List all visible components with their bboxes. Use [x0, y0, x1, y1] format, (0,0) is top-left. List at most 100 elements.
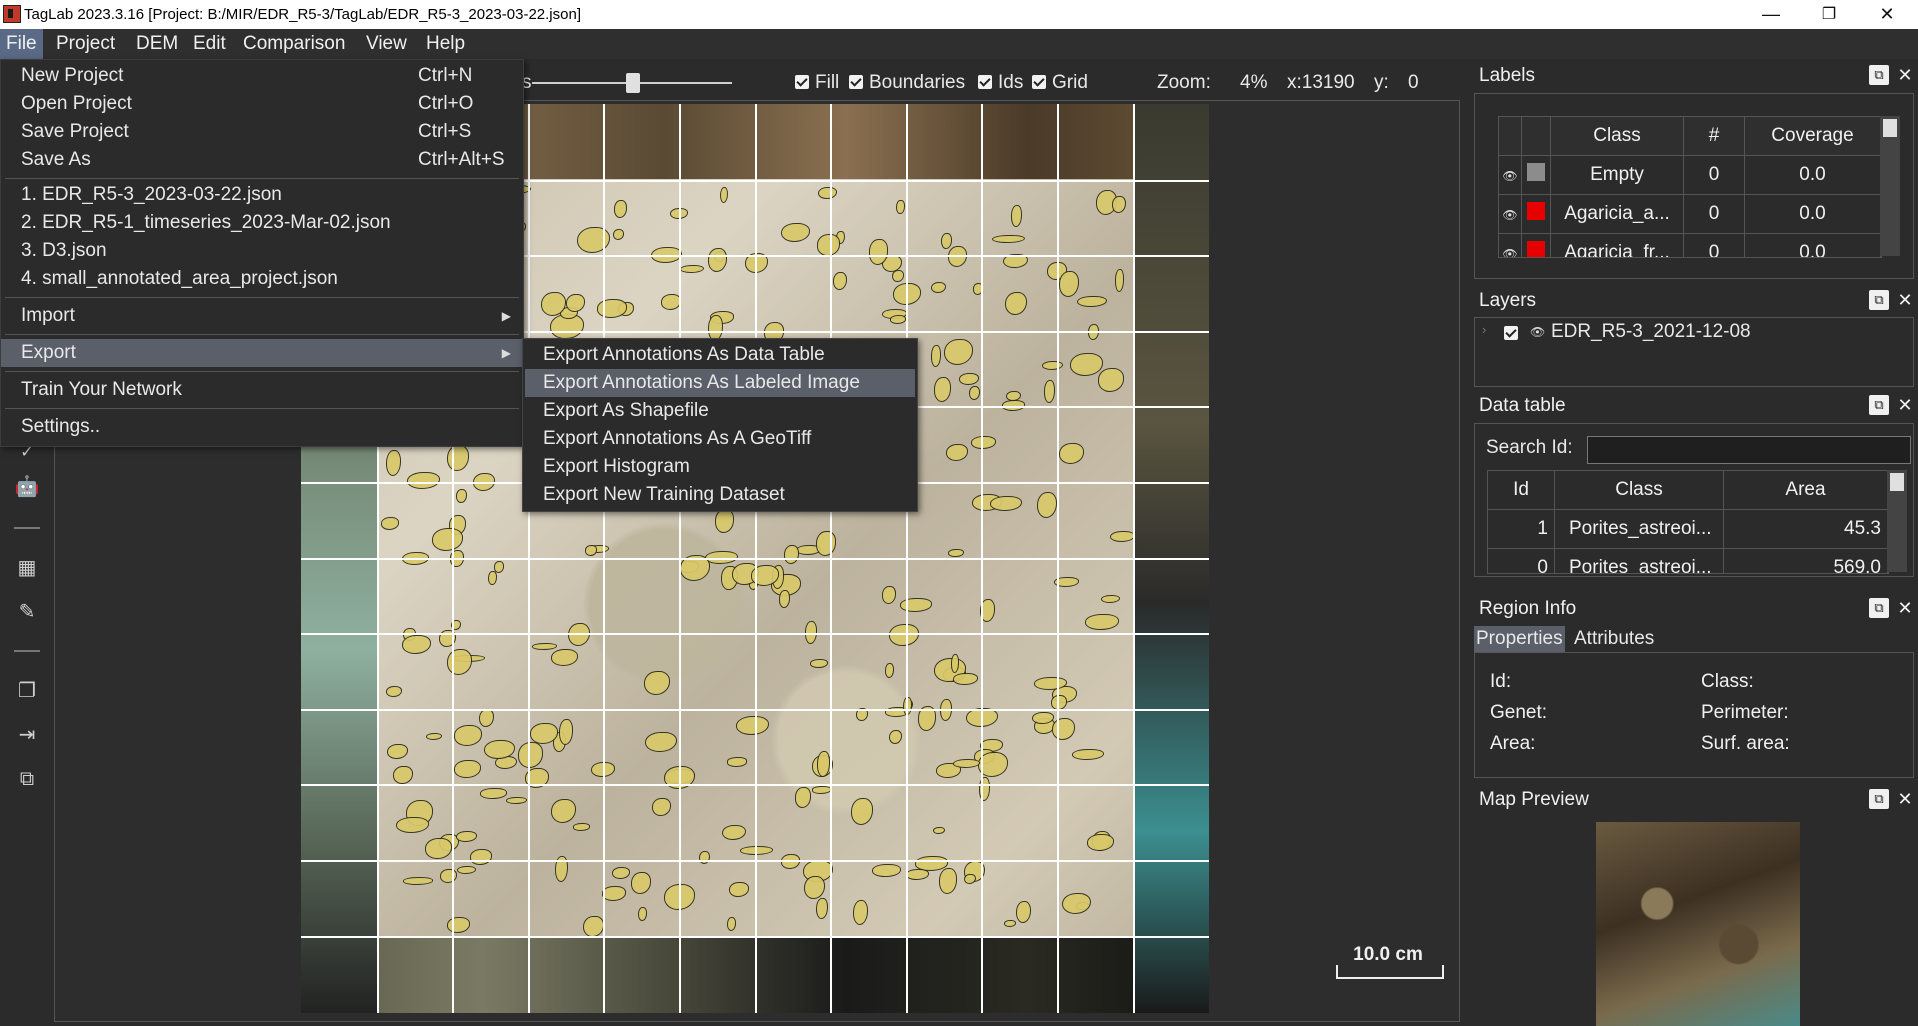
menu-item-recent-2[interactable]: 2. EDR_R5-1_timeseries_2023-Mar-02.json — [1, 209, 523, 237]
menu-dem[interactable]: DEM — [130, 29, 184, 59]
copy-tool-icon[interactable]: ❐ — [14, 678, 40, 704]
menu-item-open-project[interactable]: Open Project Ctrl+O — [1, 90, 523, 118]
close-panel-icon[interactable]: ✕ — [1895, 395, 1915, 415]
annotation-polygon[interactable] — [403, 877, 434, 885]
label-row[interactable]: 👁 Agaricia_a... 0 0.0 — [1499, 194, 1881, 234]
menu-item-recent-3[interactable]: 3. D3.json — [1, 237, 523, 265]
count-header[interactable]: # — [1683, 117, 1745, 156]
area-header[interactable]: Area — [1723, 471, 1888, 510]
restore-button[interactable]: ❐ — [1800, 0, 1858, 29]
split-tool-icon[interactable]: ⇥ — [14, 722, 40, 748]
transparency-slider-handle[interactable] — [626, 73, 640, 93]
close-panel-icon[interactable]: ✕ — [1895, 598, 1915, 618]
expand-arrow-icon[interactable]: › — [1482, 322, 1486, 337]
annotation-polygon[interactable] — [1051, 717, 1075, 740]
menu-item-recent-1[interactable]: 1. EDR_R5-3_2023-03-22.json — [1, 181, 523, 209]
close-window-button[interactable]: ✕ — [1858, 0, 1916, 29]
class-header[interactable]: Class — [1550, 117, 1684, 156]
annotation-polygon[interactable] — [613, 228, 625, 240]
annotation-polygon[interactable] — [652, 798, 671, 817]
annotation-polygon[interactable] — [387, 743, 408, 759]
grid-checkbox[interactable]: Grid — [1032, 71, 1088, 95]
data-table-scrollbar-thumb[interactable] — [1890, 473, 1904, 491]
annotation-polygon[interactable] — [812, 786, 832, 794]
annotation-polygon[interactable] — [896, 199, 905, 214]
labels-scrollbar-thumb[interactable] — [1883, 119, 1897, 137]
annotation-polygon[interactable] — [558, 718, 573, 745]
export-data-table[interactable]: Export Annotations As Data Table — [525, 341, 915, 369]
annotation-polygon[interactable] — [933, 377, 951, 402]
menu-edit[interactable]: Edit — [187, 29, 232, 59]
coverage-header[interactable]: Coverage — [1744, 117, 1881, 156]
annotation-polygon[interactable] — [953, 673, 978, 685]
tab-properties[interactable]: Properties — [1474, 626, 1565, 652]
class-header[interactable]: Class — [1554, 471, 1724, 510]
annotation-polygon[interactable] — [1114, 268, 1124, 292]
float-panel-icon[interactable]: ⧉ — [1869, 65, 1889, 85]
id-header[interactable]: Id — [1488, 471, 1555, 510]
fill-checkbox[interactable]: Fill — [795, 71, 839, 95]
label-row[interactable]: 👁 Empty 0 0.0 — [1499, 155, 1881, 195]
menu-project[interactable]: Project — [50, 29, 121, 59]
tab-attributes[interactable]: Attributes — [1572, 626, 1656, 652]
robot-tool-icon[interactable]: 🤖 — [14, 474, 40, 500]
annotation-polygon[interactable] — [948, 548, 964, 557]
label-row[interactable]: 👁 Agaricia_fr... 0 0.0 — [1499, 233, 1881, 257]
annotation-polygon[interactable] — [818, 186, 837, 199]
annotation-polygon[interactable] — [584, 545, 597, 556]
minimize-button[interactable]: — — [1742, 0, 1800, 29]
close-panel-icon[interactable]: ✕ — [1895, 65, 1915, 85]
search-id-input[interactable] — [1587, 436, 1911, 464]
close-panel-icon[interactable]: ✕ — [1895, 290, 1915, 310]
menu-item-export[interactable]: Export ▶ — [1, 339, 523, 367]
annotation-polygon[interactable] — [572, 823, 590, 831]
class-color-swatch[interactable] — [1527, 202, 1545, 220]
eye-icon[interactable]: 👁 — [1502, 247, 1517, 257]
table-row[interactable]: 0 Porites_astreoi... 569.0 — [1488, 548, 1888, 573]
menu-item-save-project[interactable]: Save Project Ctrl+S — [1, 118, 523, 146]
annotation-polygon[interactable] — [551, 648, 579, 666]
layer-name[interactable]: EDR_R5-3_2021-12-08 — [1551, 321, 1751, 343]
eye-icon[interactable]: 👁 — [1502, 208, 1517, 222]
menu-item-save-as[interactable]: Save As Ctrl+Alt+S — [1, 146, 523, 174]
menu-item-recent-4[interactable]: 4. small_annotated_area_project.json — [1, 265, 523, 293]
float-panel-icon[interactable]: ⧉ — [1869, 290, 1889, 310]
float-panel-icon[interactable]: ⧉ — [1869, 789, 1889, 809]
annotation-polygon[interactable] — [938, 868, 957, 894]
boundaries-checkbox[interactable]: Boundaries — [849, 71, 965, 95]
export-labeled-image[interactable]: Export Annotations As Labeled Image — [525, 369, 915, 397]
export-histogram[interactable]: Export Histogram — [525, 453, 915, 481]
menu-item-settings[interactable]: Settings.. — [1, 413, 523, 441]
annotation-polygon[interactable] — [1036, 491, 1057, 518]
annotation-polygon[interactable] — [950, 654, 959, 673]
class-color-swatch[interactable] — [1527, 241, 1545, 257]
annotation-polygon[interactable] — [425, 838, 452, 859]
labels-scrollbar[interactable] — [1880, 116, 1900, 256]
annotation-polygon[interactable] — [1072, 748, 1104, 760]
float-panel-icon[interactable]: ⧉ — [1869, 395, 1889, 415]
annotation-polygon[interactable] — [488, 571, 497, 585]
ids-checkbox[interactable]: Ids — [978, 71, 1023, 95]
annotation-polygon[interactable] — [565, 294, 585, 312]
export-shapefile[interactable]: Export As Shapefile — [525, 397, 915, 425]
close-panel-icon[interactable]: ✕ — [1895, 789, 1915, 809]
export-training-dataset[interactable]: Export New Training Dataset — [525, 481, 915, 509]
map-preview-image[interactable] — [1596, 822, 1800, 1026]
float-panel-icon[interactable]: ⧉ — [1869, 598, 1889, 618]
annotation-polygon[interactable] — [479, 788, 507, 799]
annotation-polygon[interactable] — [815, 531, 836, 556]
annotation-polygon[interactable] — [726, 757, 748, 767]
menu-item-import[interactable]: Import ▶ — [1, 302, 523, 330]
layer-visibility-checkbox[interactable] — [1504, 325, 1524, 344]
export-geotiff[interactable]: Export Annotations As A GeoTiff — [525, 425, 915, 453]
class-color-swatch[interactable] — [1527, 163, 1545, 181]
menu-item-train-network[interactable]: Train Your Network — [1, 376, 523, 404]
eye-icon[interactable]: 👁 — [1530, 325, 1545, 339]
table-row[interactable]: 1 Porites_astreoi... 45.3 — [1488, 509, 1888, 549]
edit-grid-tool-icon[interactable]: ✎ — [14, 599, 40, 625]
menu-item-new-project[interactable]: New Project Ctrl+N — [1, 62, 523, 90]
eye-icon[interactable]: 👁 — [1502, 169, 1517, 183]
annotation-polygon[interactable] — [872, 864, 901, 877]
menu-comparison[interactable]: Comparison — [237, 29, 351, 59]
annotation-polygon[interactable] — [470, 849, 492, 865]
